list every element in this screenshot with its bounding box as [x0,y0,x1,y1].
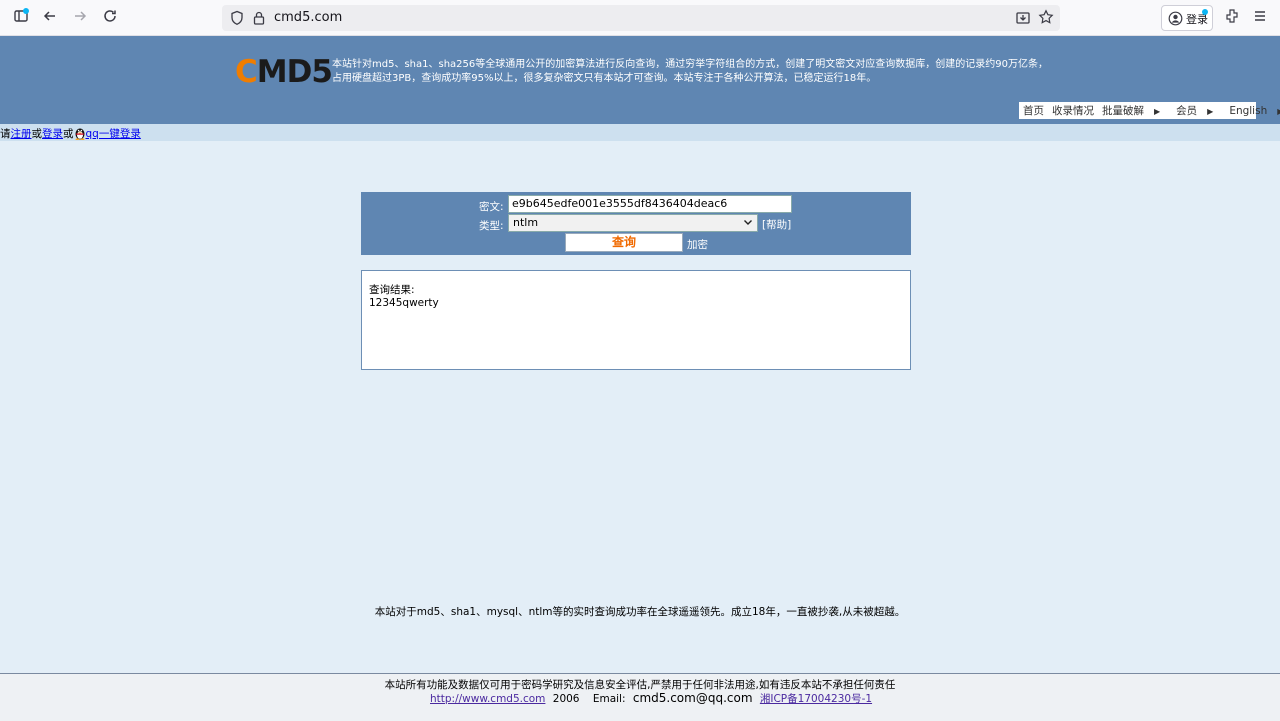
qq-login-link[interactable]: qq一键登录 [86,128,141,140]
email-address: cmd5.com@qq.com [632,691,753,705]
notification-dot [23,8,29,14]
footer: 本站所有功能及数据仅可用于密码学研究及信息安全评估,严禁用于任何非法用途,如有违… [0,673,1280,721]
address-bar[interactable]: cmd5.com [222,5,1060,31]
nav-coverage[interactable]: 收录情况 [1052,103,1094,118]
account-icon [1168,11,1183,26]
nav-member[interactable]: 会员 ▶ [1176,103,1221,118]
top-navigation: 首页 收录情况 批量破解▶ 会员▶ English▶ [1019,102,1280,119]
site-link[interactable]: http://www.cmd5.com [430,693,545,705]
extensions-icon[interactable] [1222,8,1242,28]
login-bar: 请注册或登录或 qq一键登录 [0,126,141,140]
caret-right-icon: ▶ [1154,107,1161,116]
tracking-shield-icon[interactable] [230,10,244,26]
forward-icon[interactable] [70,8,90,28]
site-claim: 本站对于md5、sha1、mysql、ntlm等的实时查询成功率在全球遥遥领先。… [374,606,906,618]
login-strip [0,124,1280,141]
result-label: 查询结果: [369,284,415,296]
type-label: 类型: [479,220,504,232]
footer-year: 2006 [552,693,580,705]
icp-link[interactable]: 湘ICP备17004230号-1 [760,693,872,705]
browser-toolbar: cmd5.com 登录 [0,0,1280,36]
hash-type-value: ntlm [513,216,539,229]
bookmark-star-icon[interactable] [1038,9,1054,25]
login-link[interactable]: 登录 [42,128,63,140]
site-header: CMD5 本站针对md5、sha1、sha256等全球通用公开的加密算法进行反向… [0,36,1280,124]
encrypt-link[interactable]: 加密 [687,237,708,252]
query-form: 密文: e9b645edfe001e3555df8436404deac6 类型:… [361,192,911,255]
email-label: Email: [592,693,626,705]
nav-batch-crack[interactable]: 批量破解 ▶ [1102,103,1168,118]
chevron-down-icon [743,217,753,230]
nav-home[interactable]: 首页 [1023,103,1044,118]
nav-english[interactable]: English▶ [1229,105,1280,117]
footer-contact: http://www.cmd5.com 2006 Email: cmd5.com… [430,691,872,706]
site-intro: 本站针对md5、sha1、sha256等全球通用公开的加密算法进行反向查询，通过… [332,58,1062,86]
url-text[interactable]: cmd5.com [274,10,342,25]
result-value[interactable]: 12345qwerty [369,297,439,309]
account-notification-dot [1202,9,1208,15]
help-link[interactable]: [帮助] [762,217,791,232]
cipher-input[interactable]: e9b645edfe001e3555df8436404deac6 [508,195,792,213]
menu-icon[interactable] [1250,8,1270,28]
hash-type-select[interactable]: ntlm [508,214,758,232]
qq-penguin-icon[interactable] [74,126,86,140]
back-icon[interactable] [40,8,60,28]
cmd5-logo[interactable]: CMD5 [235,54,333,90]
cipher-label: 密文: [479,201,504,213]
footer-disclaimer: 本站所有功能及数据仅可用于密码学研究及信息安全评估,严禁用于任何非法用途,如有违… [384,679,896,691]
reload-icon[interactable] [100,8,120,28]
intro-line-2: 占用硬盘超过3PB，查询成功率95%以上，很多复杂密文只有本站才可查询。本站专注… [332,73,877,84]
save-page-icon[interactable] [1015,10,1031,26]
lock-icon[interactable] [252,10,266,26]
account-login-button[interactable]: 登录 [1161,5,1213,31]
query-button[interactable]: 查询 [565,233,683,252]
intro-line-1: 本站针对md5、sha1、sha256等全球通用公开的加密算法进行反向查询，通过… [332,59,1048,70]
result-panel: 查询结果: 12345qwerty [361,270,911,370]
caret-right-icon: ▶ [1207,107,1214,116]
register-link[interactable]: 注册 [11,128,32,140]
